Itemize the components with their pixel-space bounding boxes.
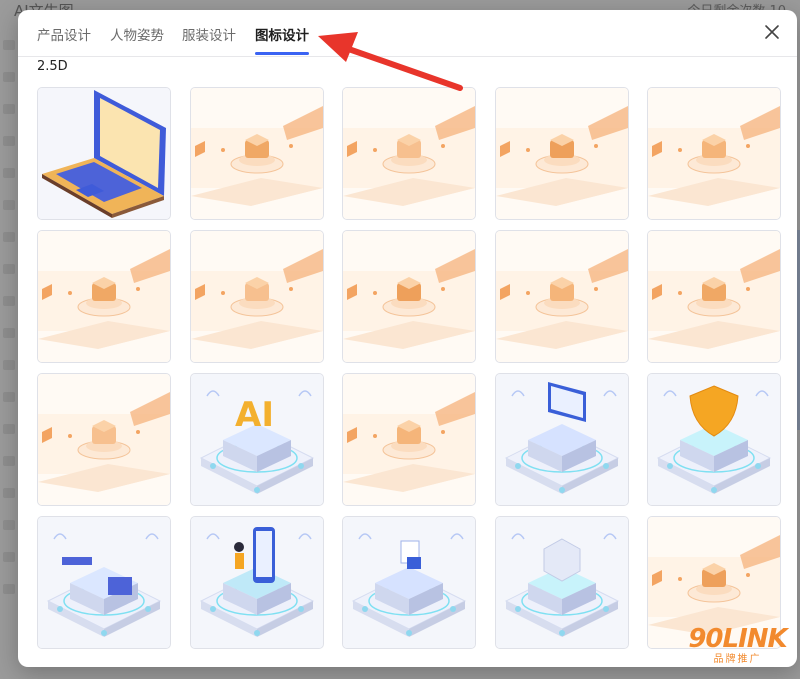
document-cube-icon <box>343 517 475 648</box>
city-icon <box>343 88 475 219</box>
ring-icon <box>343 231 475 362</box>
ai-platform-icon: AI <box>190 374 323 505</box>
wallet-icon <box>343 374 475 505</box>
icon-tile[interactable] <box>189 87 324 220</box>
watermark: 90LINK 品牌推广 <box>680 624 795 674</box>
shield-icon <box>648 374 780 505</box>
server-icon <box>495 231 628 362</box>
svg-text:AI: AI <box>235 395 274 435</box>
cubes-icon <box>495 517 628 648</box>
icon-tile[interactable] <box>37 230 171 363</box>
active-tab-indicator <box>255 52 309 55</box>
icon-tile[interactable] <box>342 373 476 506</box>
background-sidebar <box>0 40 18 660</box>
icon-tile[interactable] <box>37 87 171 220</box>
icon-tile[interactable] <box>494 87 629 220</box>
icon-tile[interactable] <box>647 373 781 506</box>
annotation-arrow-icon <box>318 32 463 91</box>
monitor-server-icon <box>495 374 628 505</box>
icon-tile[interactable] <box>189 516 324 649</box>
watermark-logo: 90LINK <box>688 624 787 654</box>
icon-tile[interactable]: AI <box>189 373 324 506</box>
chart-icon <box>648 231 780 362</box>
icon-tile[interactable] <box>494 373 629 506</box>
icon-tile[interactable] <box>494 516 629 649</box>
shop-icon <box>38 517 170 648</box>
icon-tile[interactable] <box>647 87 781 220</box>
rocket-icon <box>38 231 170 362</box>
tab-product-design[interactable]: 产品设计 <box>37 24 91 44</box>
phone-person-icon <box>190 517 323 648</box>
tab-character-pose[interactable]: 人物姿势 <box>110 24 164 44</box>
laptop-icon <box>38 88 170 219</box>
icon-gallery-modal: 产品设计 人物姿势 服装设计 图标设计 2.5D AI <box>18 10 797 667</box>
icon-tile[interactable] <box>342 230 476 363</box>
box-icon <box>648 88 780 219</box>
icon-tile[interactable] <box>37 516 171 649</box>
robot-icon <box>495 88 628 219</box>
tab-clothing-design[interactable]: 服装设计 <box>182 24 236 44</box>
section-label: 2.5D <box>37 59 68 74</box>
tab-icon-design[interactable]: 图标设计 <box>255 24 309 44</box>
yen-coin-icon <box>38 374 170 505</box>
icon-tile[interactable] <box>37 373 171 506</box>
close-icon <box>765 25 779 39</box>
watermark-subtitle: 品牌推广 <box>713 654 762 665</box>
icon-tile[interactable] <box>189 230 324 363</box>
icon-tile[interactable] <box>494 230 629 363</box>
card-icon <box>190 231 323 362</box>
close-button[interactable] <box>761 21 783 43</box>
icon-tile[interactable] <box>647 230 781 363</box>
trophy-icon <box>190 88 323 219</box>
icon-tile[interactable] <box>342 516 476 649</box>
icon-tile[interactable] <box>342 87 476 220</box>
